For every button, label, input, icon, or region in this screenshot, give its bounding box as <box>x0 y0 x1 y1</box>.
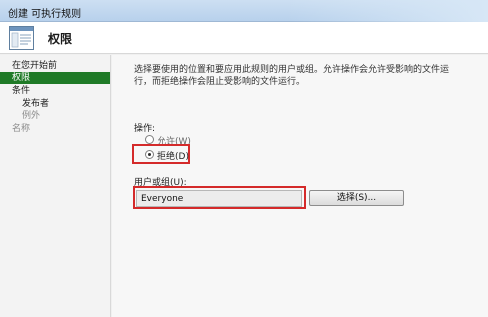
description-line-1: 选择要使用的位置和要应用此规则的用户或组。允许操作会允许受影响的文件运 <box>134 65 450 75</box>
allow-radio[interactable] <box>145 135 154 144</box>
sidebar-item-name[interactable]: 名称 <box>0 123 110 135</box>
user-group-highlight <box>133 186 306 209</box>
description: 选择要使用的位置和要应用此规则的用户或组。允许操作会允许受影响的文件运 行，而拒… <box>134 64 474 88</box>
title-bar-decoration <box>288 0 488 22</box>
deny-radio[interactable] <box>145 150 154 159</box>
sidebar-item-publisher[interactable]: 发布者 <box>0 98 110 110</box>
sidebar-item-conditions[interactable]: 条件 <box>0 85 110 97</box>
action-label: 操作: <box>134 124 156 134</box>
page-header: 权限 <box>0 22 488 54</box>
select-button[interactable]: 选择(S)... <box>309 190 404 206</box>
page-title: 权限 <box>48 32 73 46</box>
radio-selected-dot <box>148 153 151 156</box>
title-bar: 创建 可执行规则 <box>0 0 488 22</box>
sidebar-item-permissions[interactable]: 权限 <box>0 72 110 84</box>
wizard-sidebar: 在您开始前 权限 条件 发布者 例外 名称 <box>0 55 111 317</box>
window-title: 创建 可执行规则 <box>8 9 82 20</box>
description-line-2: 行，而拒绝操作会阻止受影响的文件运行。 <box>134 77 306 87</box>
sidebar-item-exceptions[interactable]: 例外 <box>0 110 110 122</box>
sidebar-item-before-you-begin[interactable]: 在您开始前 <box>0 60 110 72</box>
document-list-icon <box>9 26 34 50</box>
main-content: 选择要使用的位置和要应用此规则的用户或组。允许操作会允许受影响的文件运 行，而拒… <box>112 55 488 317</box>
deny-label[interactable]: 拒绝(D) <box>157 149 189 162</box>
